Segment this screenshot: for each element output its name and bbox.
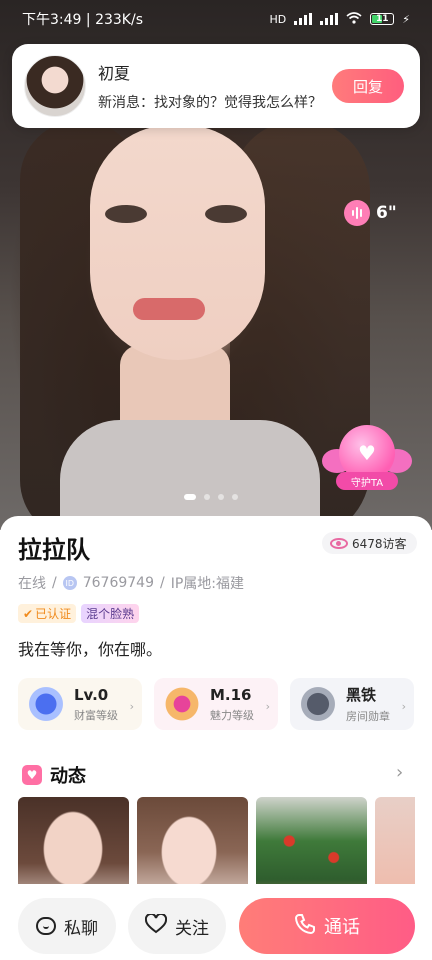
profile-tags: ✔ 已认证 混个脸熟 [18, 604, 140, 623]
photo-lips [133, 298, 205, 320]
signal-2-icon [320, 13, 339, 25]
action-bar: 私聊 关注 通话 [0, 884, 432, 960]
charm-level-card[interactable]: M.16 魅力等级 › [154, 678, 278, 730]
heart-outline-icon [144, 912, 168, 939]
wealth-level-card[interactable]: Lv.0 财富等级 › [18, 678, 142, 730]
carousel-dot [184, 494, 196, 500]
photo-shirt [60, 420, 320, 530]
status-bar: 下午3:49 | 233K/s HD 11 ⚡ [0, 0, 432, 38]
user-id[interactable]: 76769749 [83, 575, 154, 591]
signal-icon [294, 13, 313, 25]
profile-meta: 在线 / ID 76769749 / IP属地:福建 [18, 573, 244, 593]
sender-name: 初夏 [98, 64, 131, 83]
visitors-count: 6478访客 [352, 536, 407, 551]
wealth-level-label: 财富等级 [74, 708, 118, 722]
signature: 我在等你，你在哪。 [18, 640, 163, 659]
phone-icon [294, 913, 316, 940]
photo-eye-right [205, 205, 247, 223]
battery-icon: 11 [370, 13, 395, 25]
chevron-right-icon: › [129, 700, 134, 713]
sender-avatar[interactable] [24, 55, 86, 117]
follow-label: 关注 [175, 918, 209, 938]
wealth-level-text: Lv.0 财富等级 [74, 686, 118, 723]
voice-intro[interactable]: 6" [344, 200, 397, 226]
photo-face [90, 125, 265, 360]
private-chat-button[interactable]: 私聊 [18, 898, 116, 954]
moments-header[interactable]: ♥ 动态 [22, 762, 86, 788]
photo-eye-left [105, 205, 147, 223]
online-status: 在线 [18, 576, 46, 592]
room-medal-text: 黑铁 房间勋章 [346, 684, 390, 724]
notification-text: 初夏 新消息：找对象的？觉得我怎么样？ [98, 60, 332, 112]
moments-title: 动态 [50, 766, 86, 787]
charm-level-text: M.16 魅力等级 [210, 686, 254, 723]
network-label: HD [269, 12, 287, 26]
carousel-dot [204, 494, 210, 500]
notification-message: 新消息：找对象的？觉得我怎么样？ [98, 95, 322, 111]
carousel-indicator [184, 494, 238, 500]
message-notification[interactable]: 初夏 新消息：找对象的？觉得我怎么样？ 回复 [12, 44, 420, 128]
guard-label: 守护TA [336, 472, 398, 490]
carousel-dot [232, 494, 238, 500]
meta-divider: / [52, 575, 57, 591]
voice-duration: 6" [376, 203, 397, 223]
eye-icon [330, 537, 348, 549]
battery-level: 11 [376, 14, 389, 24]
private-chat-label: 私聊 [64, 918, 98, 938]
levels-row: Lv.0 财富等级 › M.16 魅力等级 › 黑铁 房间勋章 › [18, 678, 414, 730]
status-time: 下午3:49 [22, 12, 82, 28]
verified-label: 已认证 [35, 607, 72, 621]
follow-button[interactable]: 关注 [128, 898, 226, 954]
room-medal-label: 房间勋章 [346, 710, 390, 723]
charm-level-value: M.16 [210, 685, 252, 704]
call-label: 通话 [324, 917, 360, 937]
room-medal-value: 黑铁 [346, 686, 377, 704]
reply-button[interactable]: 回复 [332, 69, 404, 103]
mix-tag: 混个脸熟 [81, 604, 140, 623]
room-medal-icon [298, 686, 338, 722]
wifi-icon [346, 11, 362, 27]
room-medal-card[interactable]: 黑铁 房间勋章 › [290, 678, 414, 730]
chevron-right-icon: › [401, 700, 406, 713]
charging-icon: ⚡ [402, 12, 410, 26]
meta-divider: / [159, 575, 165, 591]
wealth-badge-icon [26, 686, 66, 722]
status-speed: 233K/s [95, 12, 143, 28]
ip-location: IP属地:福建 [170, 576, 244, 592]
carousel-dot [218, 494, 224, 500]
status-right: HD 11 ⚡ [269, 11, 410, 27]
wealth-level-value: Lv.0 [74, 685, 109, 704]
moments-heart-icon: ♥ [22, 765, 42, 785]
guard-button[interactable]: ♥ 守护TA [322, 425, 412, 493]
username: 拉拉队 [18, 536, 90, 564]
voice-wave-icon [344, 200, 370, 226]
verified-check-icon: ✔ [23, 606, 34, 621]
id-icon: ID [62, 576, 77, 590]
verified-tag: ✔ 已认证 [18, 604, 77, 623]
chevron-right-icon: › [265, 700, 270, 713]
chevron-right-icon[interactable]: › [396, 762, 403, 783]
status-divider: | [85, 12, 96, 28]
call-button[interactable]: 通话 [239, 898, 415, 954]
charm-level-label: 魅力等级 [210, 708, 254, 722]
charm-badge-icon [162, 686, 202, 722]
chat-bubble-icon [36, 917, 56, 935]
status-left: 下午3:49 | 233K/s [22, 9, 143, 29]
visitors-badge[interactable]: 6478访客 [322, 532, 417, 554]
